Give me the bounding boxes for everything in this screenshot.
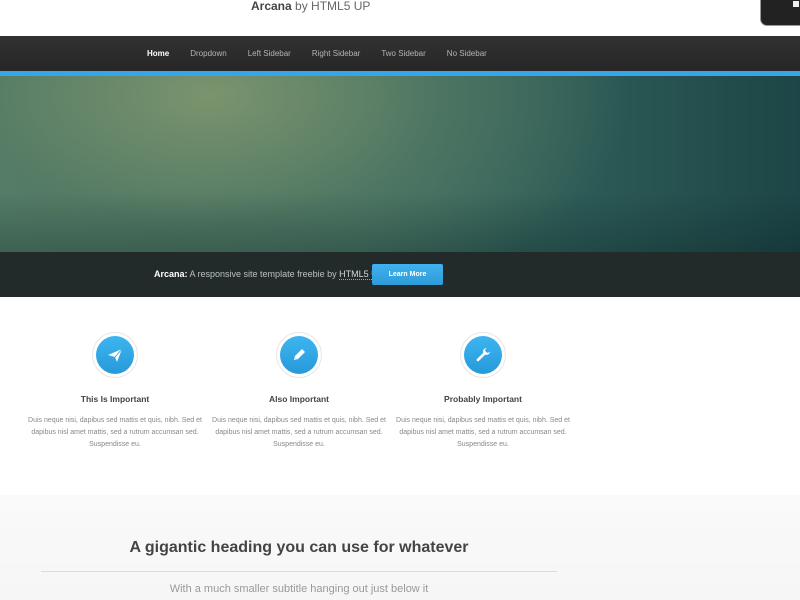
corner-toggle-button[interactable] xyxy=(760,0,800,26)
site-logo[interactable]: Arcana by HTML5 UP xyxy=(251,0,370,13)
logo-brand: Arcana xyxy=(251,0,292,13)
feature-text: Duis neque nisi, dapibus sed mattis et q… xyxy=(28,417,202,448)
feature-text: Duis neque nisi, dapibus sed mattis et q… xyxy=(212,417,386,448)
banner-caption-text: A responsive site template freebie by xyxy=(187,269,340,279)
section-subtitle: With a much smaller subtitle hanging out… xyxy=(169,583,429,595)
feature-3: Probably Important Duis neque nisi, dapi… xyxy=(393,333,573,451)
learn-more-button[interactable]: Learn More xyxy=(372,264,443,285)
header: Arcana by HTML5 UP xyxy=(0,0,800,36)
section-divider xyxy=(41,571,557,572)
feature-title: This Is Important xyxy=(80,394,150,404)
section-heading: A gigantic heading you can use for whate… xyxy=(129,539,469,556)
banner-image xyxy=(0,76,800,252)
nav-items: Home Dropdown Left Sidebar Right Sidebar… xyxy=(147,36,508,71)
page: Arcana by HTML5 UP Home Dropdown Left Si… xyxy=(0,0,800,600)
main-nav: Home Dropdown Left Sidebar Right Sidebar… xyxy=(0,36,800,71)
pencil-icon xyxy=(277,333,321,377)
feature-1: This Is Important Duis neque nisi, dapib… xyxy=(25,333,205,451)
paper-plane-icon xyxy=(93,333,137,377)
nav-item-two-sidebar[interactable]: Two Sidebar xyxy=(381,36,425,71)
nav-item-left-sidebar[interactable]: Left Sidebar xyxy=(248,36,291,71)
banner-brand: Arcana: xyxy=(154,269,188,279)
feature-2: Also Important Duis neque nisi, dapibus … xyxy=(209,333,389,451)
wrench-icon xyxy=(461,333,505,377)
feature-title: Also Important xyxy=(269,394,329,404)
toggle-icon xyxy=(793,1,799,7)
nav-item-home[interactable]: Home xyxy=(147,36,169,71)
nav-item-dropdown[interactable]: Dropdown xyxy=(190,36,226,71)
nav-item-right-sidebar[interactable]: Right Sidebar xyxy=(312,36,360,71)
banner-caption: Arcana: A responsive site template freeb… xyxy=(154,269,384,280)
feature-title: Probably Important xyxy=(444,394,522,404)
feature-text: Duis neque nisi, dapibus sed mattis et q… xyxy=(396,417,570,448)
logo-suffix: by HTML5 UP xyxy=(291,0,371,13)
nav-item-no-sidebar[interactable]: No Sidebar xyxy=(447,36,487,71)
